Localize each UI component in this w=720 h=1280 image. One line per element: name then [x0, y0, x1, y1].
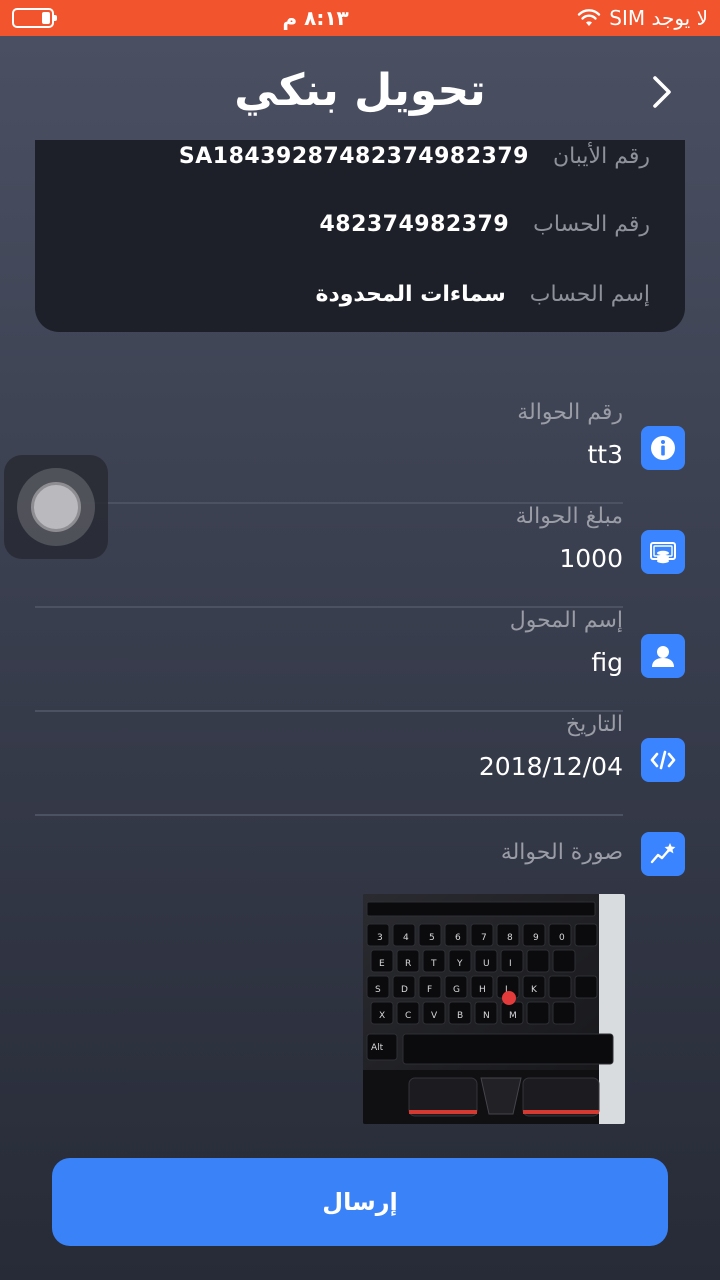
chevron-right-icon [653, 76, 671, 108]
svg-text:G: G [453, 985, 460, 995]
sender-name-label: إسم المحول [509, 608, 623, 633]
date-value: 2018/12/04 [478, 752, 623, 781]
assistive-touch-button[interactable] [4, 455, 108, 559]
svg-text:8: 8 [507, 933, 513, 943]
status-bar: ٨:١٣ م لا يوجد SIM [0, 0, 720, 36]
battery-icon [12, 8, 57, 28]
svg-text:5: 5 [429, 933, 435, 943]
svg-text:N: N [483, 1011, 490, 1021]
account-name-value: سماءات المحدودة [315, 281, 506, 307]
date-item: التاريخ 2018/12/04 [35, 712, 685, 816]
svg-text:I: I [509, 959, 512, 969]
code-icon [641, 738, 685, 782]
svg-text:R: R [405, 959, 411, 969]
back-button[interactable] [644, 72, 680, 112]
status-carrier-group: لا يوجد SIM [577, 6, 708, 30]
assistive-touch-core [31, 482, 81, 532]
account-name-label: إسم الحساب [529, 281, 650, 307]
svg-text:D: D [401, 985, 408, 995]
svg-text:T: T [430, 959, 437, 969]
svg-text:U: U [483, 959, 490, 969]
image-star-icon [641, 832, 685, 876]
user-icon [641, 634, 685, 678]
account-number-value: 482374982379 [319, 211, 510, 237]
transfer-number-label: رقم الحوالة [517, 400, 623, 425]
header: تحويل بنكي [0, 40, 720, 140]
transfer-amount-item: مبلغ الحوالة 1000 [35, 504, 685, 608]
svg-text:Alt: Alt [371, 1043, 384, 1053]
svg-text:S: S [375, 985, 381, 995]
transfer-amount-value: 1000 [559, 544, 623, 573]
money-icon [641, 530, 685, 574]
transfer-photo-label: صورة الحوالة [500, 840, 623, 865]
svg-text:E: E [379, 959, 385, 969]
transfer-amount-label: مبلغ الحوالة [515, 504, 623, 529]
iban-value: SA18439287482374982379 [178, 143, 529, 169]
transfer-photo-item: صورة الحوالة [35, 828, 685, 888]
account-name-row: إسم الحساب سماءات المحدودة [65, 274, 650, 314]
date-label: التاريخ [565, 712, 623, 737]
transfer-number-value: tt3 [587, 440, 623, 469]
account-number-row: رقم الحساب 482374982379 [65, 204, 650, 244]
divider [35, 814, 623, 816]
sender-name-value: fig [591, 648, 623, 677]
iban-label: رقم الأيبان [552, 143, 650, 169]
svg-text:M: M [509, 1011, 517, 1021]
sender-name-item: إسم المحول fig [35, 608, 685, 712]
bank-account-card: رقم الأيبان SA18439287482374982379 رقم ا… [35, 140, 685, 332]
keyboard-photo: 345 678 90 ERT YUI SDF GHJ K XCV BNM Alt [363, 894, 625, 1124]
submit-button[interactable]: إرسال [52, 1158, 668, 1246]
iban-row: رقم الأيبان SA18439287482374982379 [65, 136, 650, 176]
svg-text:Y: Y [456, 959, 463, 969]
svg-text:B: B [457, 1011, 463, 1021]
svg-text:C: C [405, 1011, 411, 1021]
page-title: تحويل بنكي [234, 64, 486, 116]
info-icon [641, 426, 685, 470]
transfer-number-item: رقم الحوالة tt3 [35, 400, 685, 504]
svg-text:F: F [427, 985, 432, 995]
svg-text:H: H [479, 985, 486, 995]
svg-text:6: 6 [455, 933, 461, 943]
account-number-label: رقم الحساب [533, 211, 650, 237]
carrier-label: لا يوجد SIM [609, 6, 708, 30]
svg-text:V: V [431, 1011, 438, 1021]
svg-text:X: X [379, 1011, 385, 1021]
svg-text:3: 3 [377, 933, 383, 943]
svg-text:0: 0 [559, 933, 565, 943]
wifi-icon [578, 9, 601, 26]
svg-text:4: 4 [403, 933, 409, 943]
status-time: ٨:١٣ م [282, 6, 349, 30]
transfer-photo[interactable]: 345 678 90 ERT YUI SDF GHJ K XCV BNM Alt [363, 894, 625, 1124]
assistive-touch-ring [17, 468, 95, 546]
svg-text:7: 7 [481, 933, 487, 943]
svg-text:9: 9 [533, 933, 539, 943]
